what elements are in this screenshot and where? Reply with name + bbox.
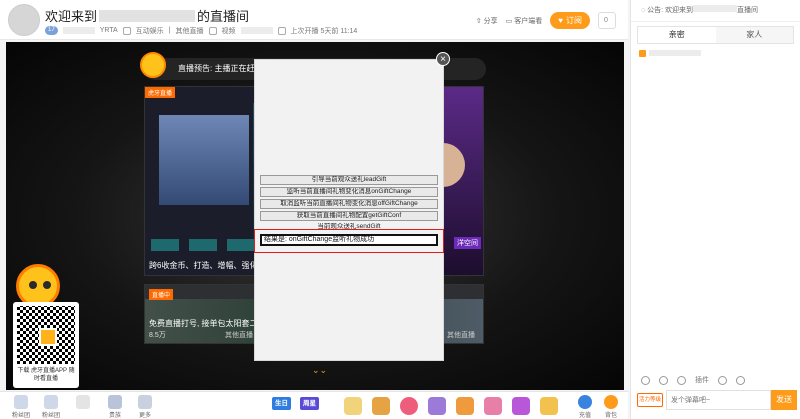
- api-button-list: 引导当前观众送礼leadGift 监听当前直播间礼物变化消息onGiftChan…: [260, 175, 438, 235]
- grid-icon: [138, 395, 152, 409]
- blurred-notice-name: [693, 5, 738, 12]
- gift-item-icon[interactable]: [512, 397, 530, 415]
- app-qr-card: 下载 虎牙直播APP 随时看直播: [13, 302, 79, 388]
- sidebar-tabs: 亲密 家人: [637, 26, 794, 44]
- subscribe-button[interactable]: ♥ 订阅: [550, 12, 590, 29]
- level-badge: 17: [45, 26, 58, 35]
- viewer-count: 8.5万: [149, 332, 166, 339]
- streamer-avatar[interactable]: [8, 4, 40, 36]
- highlight-frame: [254, 229, 444, 253]
- crown-icon: [108, 395, 122, 409]
- fan-club-button-2[interactable]: 粉丝团: [38, 395, 64, 419]
- get-gift-conf-button[interactable]: 获取当前直播间礼物配置getGiftConf: [260, 211, 438, 221]
- tab-family[interactable]: 家人: [715, 27, 793, 43]
- subscribe-count: 0: [598, 12, 616, 29]
- blurred-name: [99, 10, 196, 22]
- qr-caption: 下载 虎牙直播APP 随时看直播: [17, 368, 75, 382]
- birthday-badge[interactable]: 生日: [272, 397, 291, 410]
- fan-club-button[interactable]: 粉丝团: [8, 395, 34, 419]
- weekly-star-badge[interactable]: 周星: [300, 397, 319, 410]
- scroll-down-icon[interactable]: ⌄⌄: [312, 365, 327, 376]
- card2-category: 其他直播: [225, 332, 253, 339]
- tab-intimacy[interactable]: 亲密: [638, 27, 716, 43]
- more-button[interactable]: 更多: [132, 395, 158, 419]
- noble-button[interactable]: 贵族: [102, 395, 128, 419]
- card2-category-right: 其他直播: [447, 332, 475, 339]
- share-button[interactable]: ⇧ 分享: [476, 16, 498, 26]
- recharge-icon: [578, 395, 592, 409]
- fan-club-icon: [14, 395, 28, 409]
- blurred-host-name: [62, 27, 95, 34]
- lead-gift-button[interactable]: 引导当前观众送礼leadGift: [260, 175, 438, 185]
- emoji-icon[interactable]: [641, 375, 650, 385]
- card2-caption: 免费直播打号, 接单包太阳套二: [149, 319, 258, 328]
- room-header: 欢迎来到 的直播间 17 YRTA 互动娱乐 | 其他直播 视频 上次开播 5天前…: [0, 0, 628, 40]
- gift-item-icon[interactable]: [428, 397, 446, 415]
- gift-item-icon[interactable]: [456, 397, 474, 415]
- chat-sidebar: ◌ 公告: 欢迎来到直播间 亲密 家人 插件 活力等级 发送: [630, 0, 800, 419]
- send-button[interactable]: 发送: [771, 390, 797, 410]
- header-actions: ⇧ 分享 ▭ 客户端看 ♥ 订阅 0: [476, 12, 616, 29]
- qr-code: [17, 306, 75, 364]
- recharge-button[interactable]: 充值: [574, 395, 596, 419]
- heart-icon: ♥: [558, 16, 563, 25]
- backpack-button[interactable]: 背包: [600, 395, 622, 419]
- category-primary[interactable]: 互动娱乐: [136, 26, 164, 36]
- last-live-time: 上次开播 5天前 11:14: [290, 27, 358, 35]
- live-tag: 直播中: [149, 289, 174, 300]
- title-prefix: 欢迎来到: [45, 9, 98, 24]
- title-suffix: 的直播间: [197, 9, 250, 24]
- close-icon[interactable]: ×: [436, 52, 450, 66]
- card-tag: 虎牙直播: [145, 87, 176, 98]
- bubble-icon[interactable]: [677, 375, 686, 385]
- gift-item-icon[interactable]: [344, 397, 362, 415]
- room-meta: 17 YRTA 互动娱乐 | 其他直播 视频 上次开播 5天前 11:14: [45, 25, 357, 36]
- room-title: 欢迎来到 的直播间: [45, 6, 249, 25]
- gift-item-icon[interactable]: [540, 397, 558, 415]
- share-icon: ⇧: [475, 17, 482, 25]
- blurred-meta: [240, 27, 273, 34]
- blurred-icon: [76, 395, 90, 409]
- on-gift-change-button[interactable]: 监听当前直播间礼物变化消息onGiftChange: [260, 187, 438, 197]
- category-icon: [122, 26, 131, 35]
- category-secondary[interactable]: 其他直播: [176, 26, 204, 36]
- settings-icon[interactable]: [718, 375, 727, 385]
- gift-bar: 粉丝团 粉丝团 贵族 更多 生日 周星 充值 背包: [0, 391, 628, 419]
- client-button[interactable]: ▭ 客户端看: [506, 16, 543, 26]
- notice-icon: ◌: [641, 7, 646, 14]
- fan-club-icon-2: [44, 395, 58, 409]
- rank-row[interactable]: [639, 49, 792, 57]
- mascot-icon: [140, 52, 166, 78]
- video-link[interactable]: 视频: [222, 26, 236, 36]
- video-icon: [208, 26, 217, 35]
- monitor-icon: ▭: [505, 17, 513, 25]
- chat-input-row: 活力等级 发送: [637, 390, 797, 410]
- rank-icon: [639, 49, 646, 57]
- clock-icon: [277, 26, 286, 35]
- room-id: YRTA: [99, 27, 118, 34]
- strip-label: 洋空间: [454, 237, 481, 249]
- plugin-button[interactable]: 插件: [695, 375, 709, 385]
- notice-bar: ◌ 公告: 欢迎来到 直播间: [631, 0, 800, 22]
- blurred-item[interactable]: [70, 395, 96, 410]
- blurred-rank-name: [649, 50, 701, 56]
- level-tag: 活力等级: [637, 393, 663, 407]
- clear-icon[interactable]: [736, 375, 745, 385]
- chat-toolbar: 插件: [631, 372, 800, 388]
- off-gift-change-button[interactable]: 取消监听当前直播间礼物变化消息offGiftChange: [260, 199, 438, 209]
- gift-heart-icon[interactable]: [400, 397, 418, 415]
- game-thumbnail: [159, 115, 249, 205]
- chat-input[interactable]: [666, 390, 771, 410]
- backpack-icon: [604, 395, 618, 409]
- gift-item-icon[interactable]: [372, 397, 390, 415]
- color-icon[interactable]: [659, 375, 668, 385]
- gift-item-icon[interactable]: [484, 397, 502, 415]
- card-caption: 跨6收金币、打造、增幅、强化: [149, 261, 258, 270]
